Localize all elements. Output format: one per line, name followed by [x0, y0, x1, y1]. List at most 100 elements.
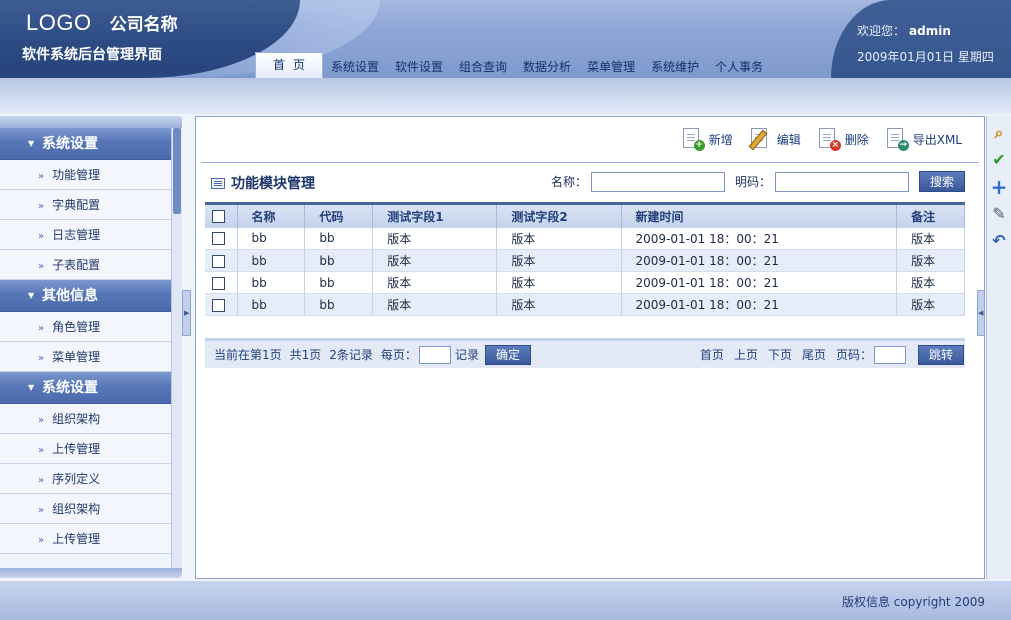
sidebar-item-label: 子表配置: [52, 258, 101, 272]
nav-tab[interactable]: 数据分析: [515, 56, 579, 78]
nav-tab[interactable]: 首页: [255, 52, 323, 78]
table-cell: 版本: [896, 249, 965, 272]
sidebar: ▼ 系统设置 » 功能管理 » 字典配置 » 日志管理 » 子表配置 ▼ 其他信息 » 角色管理 » 菜单管理…: [0, 116, 182, 578]
prev-page-link[interactable]: 上页: [734, 346, 758, 363]
edit-pencil-icon: [748, 127, 773, 151]
delete-button[interactable]: × 删除: [817, 127, 869, 151]
row-checkbox[interactable]: [212, 232, 225, 246]
sidebar-item[interactable]: » 组织架构: [0, 494, 171, 524]
table-cell: 版本: [896, 271, 965, 294]
table-cell: 2009-01-01 18：00：21: [621, 293, 898, 316]
code-label: 明码：: [734, 175, 771, 189]
plus-icon[interactable]: +: [989, 177, 1009, 197]
right-panel-collapse-handle[interactable]: ◀: [977, 290, 985, 336]
jump-button[interactable]: 跳转: [918, 344, 964, 365]
sidebar-item[interactable]: » 序列定义: [0, 464, 171, 494]
table-cell: 2009-01-01 18：00：21: [621, 249, 898, 272]
next-page-link[interactable]: 下页: [768, 346, 792, 363]
total-pages-text: 共1页: [289, 348, 322, 362]
export-label: 导出XML: [912, 132, 962, 147]
search-zoom-icon[interactable]: ⌕: [989, 123, 1009, 143]
export-xml-button[interactable]: → 导出XML: [885, 127, 962, 151]
last-page-link[interactable]: 尾页: [802, 346, 826, 363]
column-header[interactable]: 测试字段1: [372, 202, 498, 228]
sidebar-item-label: 序列定义: [52, 472, 101, 486]
sidebar-group-header[interactable]: ▼ 系统设置: [0, 372, 171, 404]
column-header[interactable]: 名称: [237, 202, 306, 228]
column-header[interactable]: 测试字段2: [496, 202, 622, 228]
undo-icon[interactable]: ↶: [989, 231, 1009, 251]
nav-tab[interactable]: 菜单管理: [579, 56, 643, 78]
row-select-cell: [205, 293, 238, 316]
sidebar-menu: ▼ 系统设置 » 功能管理 » 字典配置 » 日志管理 » 子表配置 ▼ 其他信息 » 角色管理 » 菜单管理…: [0, 128, 171, 554]
row-checkbox[interactable]: [212, 254, 225, 268]
collapse-arrow-icon: ▶: [184, 309, 190, 317]
table-cell: 版本: [496, 249, 622, 272]
table-cell: bb: [237, 249, 306, 272]
list-icon: [211, 177, 225, 189]
page-number-input[interactable]: [874, 345, 906, 364]
table-row[interactable]: bb bb 版本 版本 2009-01-01 18：00：21 版本: [205, 227, 965, 250]
sidebar-item[interactable]: » 菜单管理: [0, 342, 171, 372]
sidebar-item[interactable]: » 上传管理: [0, 524, 171, 554]
column-header[interactable]: 备注: [896, 202, 965, 228]
table-cell: bb: [237, 271, 306, 294]
add-button[interactable]: + 新增: [681, 127, 733, 151]
sidebar-group-header[interactable]: ▼ 系统设置: [0, 128, 171, 160]
sidebar-scrollbar[interactable]: [171, 128, 182, 568]
edit-note-icon[interactable]: ✎: [989, 204, 1009, 224]
triangle-down-icon: ▼: [28, 383, 35, 392]
sidebar-item[interactable]: » 字典配置: [0, 190, 171, 220]
sidebar-item[interactable]: » 子表配置: [0, 250, 171, 280]
add-doc-icon: +: [681, 127, 705, 151]
table-row[interactable]: bb bb 版本 版本 2009-01-01 18：00：21 版本: [205, 249, 965, 272]
per-page-input[interactable]: [418, 345, 451, 364]
sidebar-item-label: 字典配置: [52, 198, 101, 212]
nav-tab[interactable]: 软件设置: [387, 56, 451, 78]
confirm-button[interactable]: 确定: [484, 344, 531, 365]
table-cell: 2009-01-01 18：00：21: [621, 227, 898, 250]
table-header-row: 名称 代码 测试字段1 测试字段2 新建时间 备注: [205, 202, 965, 228]
nav-tab[interactable]: 系统维护: [643, 56, 707, 78]
module-title: 功能模块管理: [211, 173, 315, 193]
double-chevron-icon: »: [38, 171, 45, 182]
sidebar-collapse-handle[interactable]: ▶: [182, 290, 191, 336]
column-header[interactable]: 代码: [304, 202, 374, 228]
nav-tab[interactable]: 组合查询: [451, 56, 515, 78]
name-input[interactable]: [590, 171, 725, 192]
sidebar-item[interactable]: » 日志管理: [0, 220, 171, 250]
sidebar-group-header[interactable]: ▼ 其他信息: [0, 280, 171, 312]
first-page-link[interactable]: 首页: [700, 346, 724, 363]
select-all-checkbox[interactable]: [212, 210, 225, 224]
edit-button[interactable]: 编辑: [748, 127, 801, 151]
table-row[interactable]: bb bb 版本 版本 2009-01-01 18：00：21 版本: [205, 271, 965, 294]
content-panel: + 新增 编辑 × 删除 → 导出XML 功能模块管理 名称： 明码： 搜索 名: [195, 116, 985, 579]
column-header[interactable]: 新建时间: [621, 202, 898, 228]
row-checkbox[interactable]: [212, 298, 225, 312]
sidebar-item[interactable]: » 功能管理: [0, 160, 171, 190]
nav-tab[interactable]: 个人事务: [707, 56, 771, 78]
code-input[interactable]: [775, 171, 909, 192]
double-chevron-icon: »: [38, 415, 45, 426]
check-icon[interactable]: ✔: [989, 150, 1009, 170]
sidebar-item[interactable]: » 组织架构: [0, 404, 171, 434]
table-row[interactable]: bb bb 版本 版本 2009-01-01 18：00：21 版本: [205, 293, 965, 316]
copyright-text: 版权信息 copyright 2009: [841, 595, 985, 609]
table-cell: bb: [237, 293, 306, 316]
row-select-cell: [205, 227, 238, 250]
search-button[interactable]: 搜索: [919, 171, 965, 192]
name-label: 名称：: [550, 175, 587, 189]
app-header: LOGO 公司名称 软件系统后台管理界面 首页 系统设置 软件设置 组合查询 数据分析 菜单…: [0, 0, 1011, 78]
nav-tab[interactable]: 系统设置: [323, 56, 387, 78]
row-checkbox[interactable]: [212, 276, 225, 290]
toolbar-divider: [201, 162, 979, 163]
sidebar-item[interactable]: » 角色管理: [0, 312, 171, 342]
row-select-cell: [205, 249, 238, 272]
double-chevron-icon: »: [38, 353, 45, 364]
scrollbar-thumb[interactable]: [173, 128, 181, 214]
sidebar-item[interactable]: » 上传管理: [0, 434, 171, 464]
double-chevron-icon: »: [38, 535, 45, 546]
page-nav: 首页 上页 下页 尾页 页码： 跳转: [700, 344, 965, 365]
username[interactable]: admin: [909, 24, 951, 38]
table-cell: 版本: [372, 227, 498, 250]
